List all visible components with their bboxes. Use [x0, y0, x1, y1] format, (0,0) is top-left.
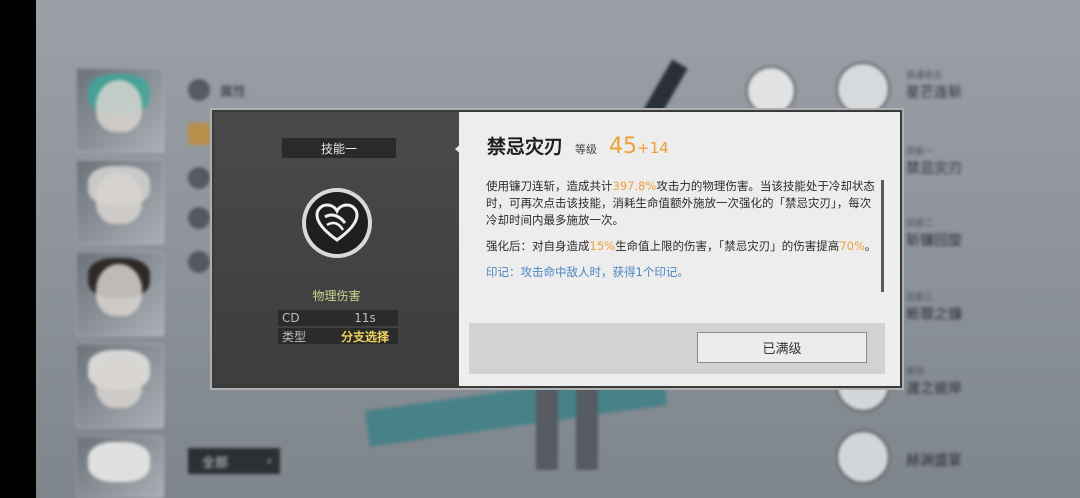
character-card[interactable]: [76, 252, 164, 336]
skill-detail-panel: 禁忌灾刃 等级 45+14 使用镰刀连斩，造成共计397.8%攻击力的物理伤害。…: [455, 112, 900, 386]
side-menu-item[interactable]: [188, 248, 210, 276]
skill-name: 禁忌灾刃: [487, 136, 564, 158]
skill-tier-label: 普通攻击: [906, 71, 943, 81]
skill-tier-label: 被动: [906, 367, 925, 377]
chevron-right-icon: ›: [266, 453, 272, 469]
filter-all-label: 全部: [202, 455, 229, 471]
pointer-arrow: [455, 142, 463, 156]
damage-type-label: 物理伤害: [312, 289, 361, 303]
description-scroll-area[interactable]: 使用镰刀连斩，造成共计397.8%攻击力的物理伤害。当该技能处于冷却状态时，可再…: [459, 178, 900, 294]
stat-value: 分支选择: [340, 329, 389, 344]
skill-name-label: 禁忌灾刃: [906, 161, 962, 177]
skill-detail-modal: 技能一 物理伤害 CD 11s 类型 分支选择 禁忌灾刃 等级 45+14 使用…: [214, 112, 900, 386]
figure-leg-shape: [536, 385, 558, 470]
level-value: 45+14: [609, 134, 669, 159]
action-bar: 已满级: [469, 323, 885, 374]
stat-key: CD: [282, 311, 300, 325]
skill-summary-panel: 技能一 物理伤害 CD 11s 类型 分支选择: [214, 112, 459, 386]
skill-list-item[interactable]: 普通攻击 星芒连斩: [836, 58, 1036, 118]
figure-leg-shape: [576, 385, 598, 470]
skill-tier-label: 技能二: [906, 219, 934, 229]
skill-tier-label: 技能三: [906, 293, 934, 303]
skill-description: 使用镰刀连斩，造成共计397.8%攻击力的物理伤害。当该技能处于冷却状态时，可再…: [486, 178, 878, 290]
filter-all-button[interactable]: 全部 ›: [188, 448, 280, 474]
description-paragraph: 强化后：对自身造成15%生命值上限的伤害，「禁忌灾刃」的伤害提高70%。: [486, 239, 877, 253]
attributes-icon: [188, 79, 210, 101]
character-card[interactable]: [76, 160, 164, 244]
skill-title-row: 禁忌灾刃 等级 45+14: [487, 132, 669, 159]
side-menu-item[interactable]: [188, 164, 210, 192]
max-level-button[interactable]: 已满级: [697, 332, 867, 363]
skill-heart-icon: [302, 188, 372, 258]
side-menu-item[interactable]: [188, 204, 210, 232]
description-scrollbar[interactable]: [881, 180, 884, 292]
stat-row-cd: CD 11s: [278, 310, 398, 326]
stat-key: 类型: [282, 329, 307, 344]
skill-name-label: 斩镰回旋: [906, 233, 962, 249]
skill-slot-tag: 技能一: [282, 138, 396, 158]
menu-icon: [188, 167, 210, 189]
skill-name-label: 渡之彼岸: [906, 381, 962, 397]
mark-description: 印记：攻击命中敌人时，获得1个印记。: [486, 265, 689, 279]
character-card[interactable]: [76, 344, 164, 428]
character-card[interactable]: [76, 68, 164, 152]
side-menu-attributes[interactable]: 属性: [188, 76, 246, 104]
character-card[interactable]: [76, 436, 164, 498]
skill-name-label: 断罪之镰: [906, 307, 962, 323]
level-label: 等级: [575, 143, 598, 156]
emblem-icon: [746, 66, 796, 116]
menu-icon: [188, 207, 210, 229]
skills-icon: [188, 123, 210, 145]
skill-list-item[interactable]: 赫渊盛宴: [836, 426, 1036, 486]
stat-row-type: 类型 分支选择: [278, 328, 398, 344]
skill-tier-label: 技能一: [906, 147, 934, 157]
skill-icon: [836, 430, 890, 484]
menu-icon: [188, 251, 210, 273]
description-paragraph: 使用镰刀连斩，造成共计397.8%攻击力的物理伤害。当该技能处于冷却状态时，可再…: [486, 179, 875, 227]
side-menu-skills[interactable]: [188, 120, 210, 148]
skill-icon: [836, 62, 890, 116]
stat-value: 11s: [354, 311, 376, 325]
side-menu-label: 属性: [220, 84, 247, 100]
skill-name-label: 星芒连斩: [906, 85, 962, 101]
skill-name-label: 赫渊盛宴: [906, 453, 962, 469]
letterbox-left: [0, 0, 36, 498]
